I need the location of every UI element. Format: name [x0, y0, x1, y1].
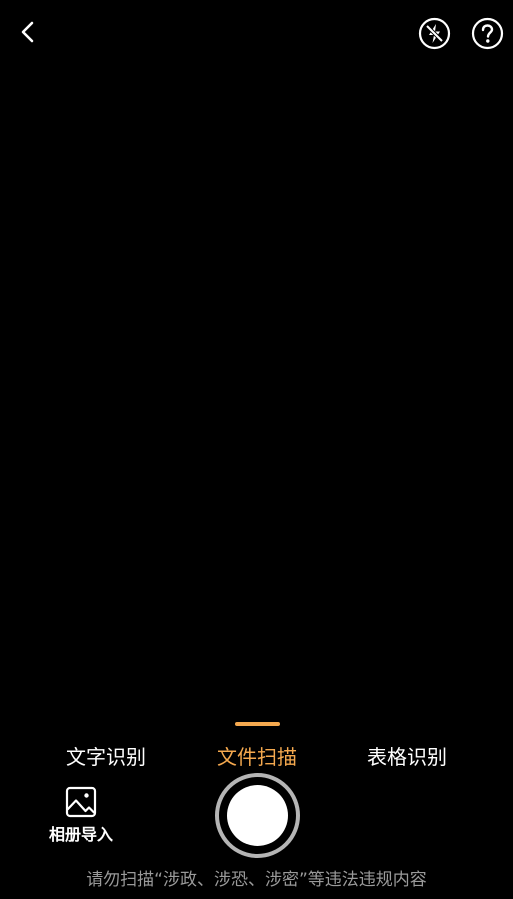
help-button[interactable] [469, 15, 505, 51]
help-circle-icon [471, 17, 503, 49]
shutter-button[interactable] [215, 773, 300, 858]
selected-mode-indicator [235, 722, 280, 726]
top-bar [0, 0, 513, 66]
tab-table-recognition[interactable]: 表格识别 [367, 742, 447, 772]
shutter-button-icon [227, 785, 288, 846]
image-icon [65, 786, 97, 818]
tab-text-recognition[interactable]: 文字识别 [66, 742, 146, 772]
scan-warning-text: 请勿扫描“涉政、涉恐、涉密”等违法违规内容 [86, 870, 427, 890]
chevron-left-icon [21, 21, 34, 43]
album-import-button[interactable]: 相册导入 [40, 786, 122, 850]
flash-off-icon [418, 17, 450, 49]
album-import-label: 相册导入 [48, 825, 113, 844]
back-button[interactable] [10, 14, 46, 50]
tab-document-scan[interactable]: 文件扫描 [217, 742, 297, 772]
camera-viewfinder[interactable] [0, 66, 513, 716]
flash-toggle-button[interactable] [416, 15, 452, 51]
